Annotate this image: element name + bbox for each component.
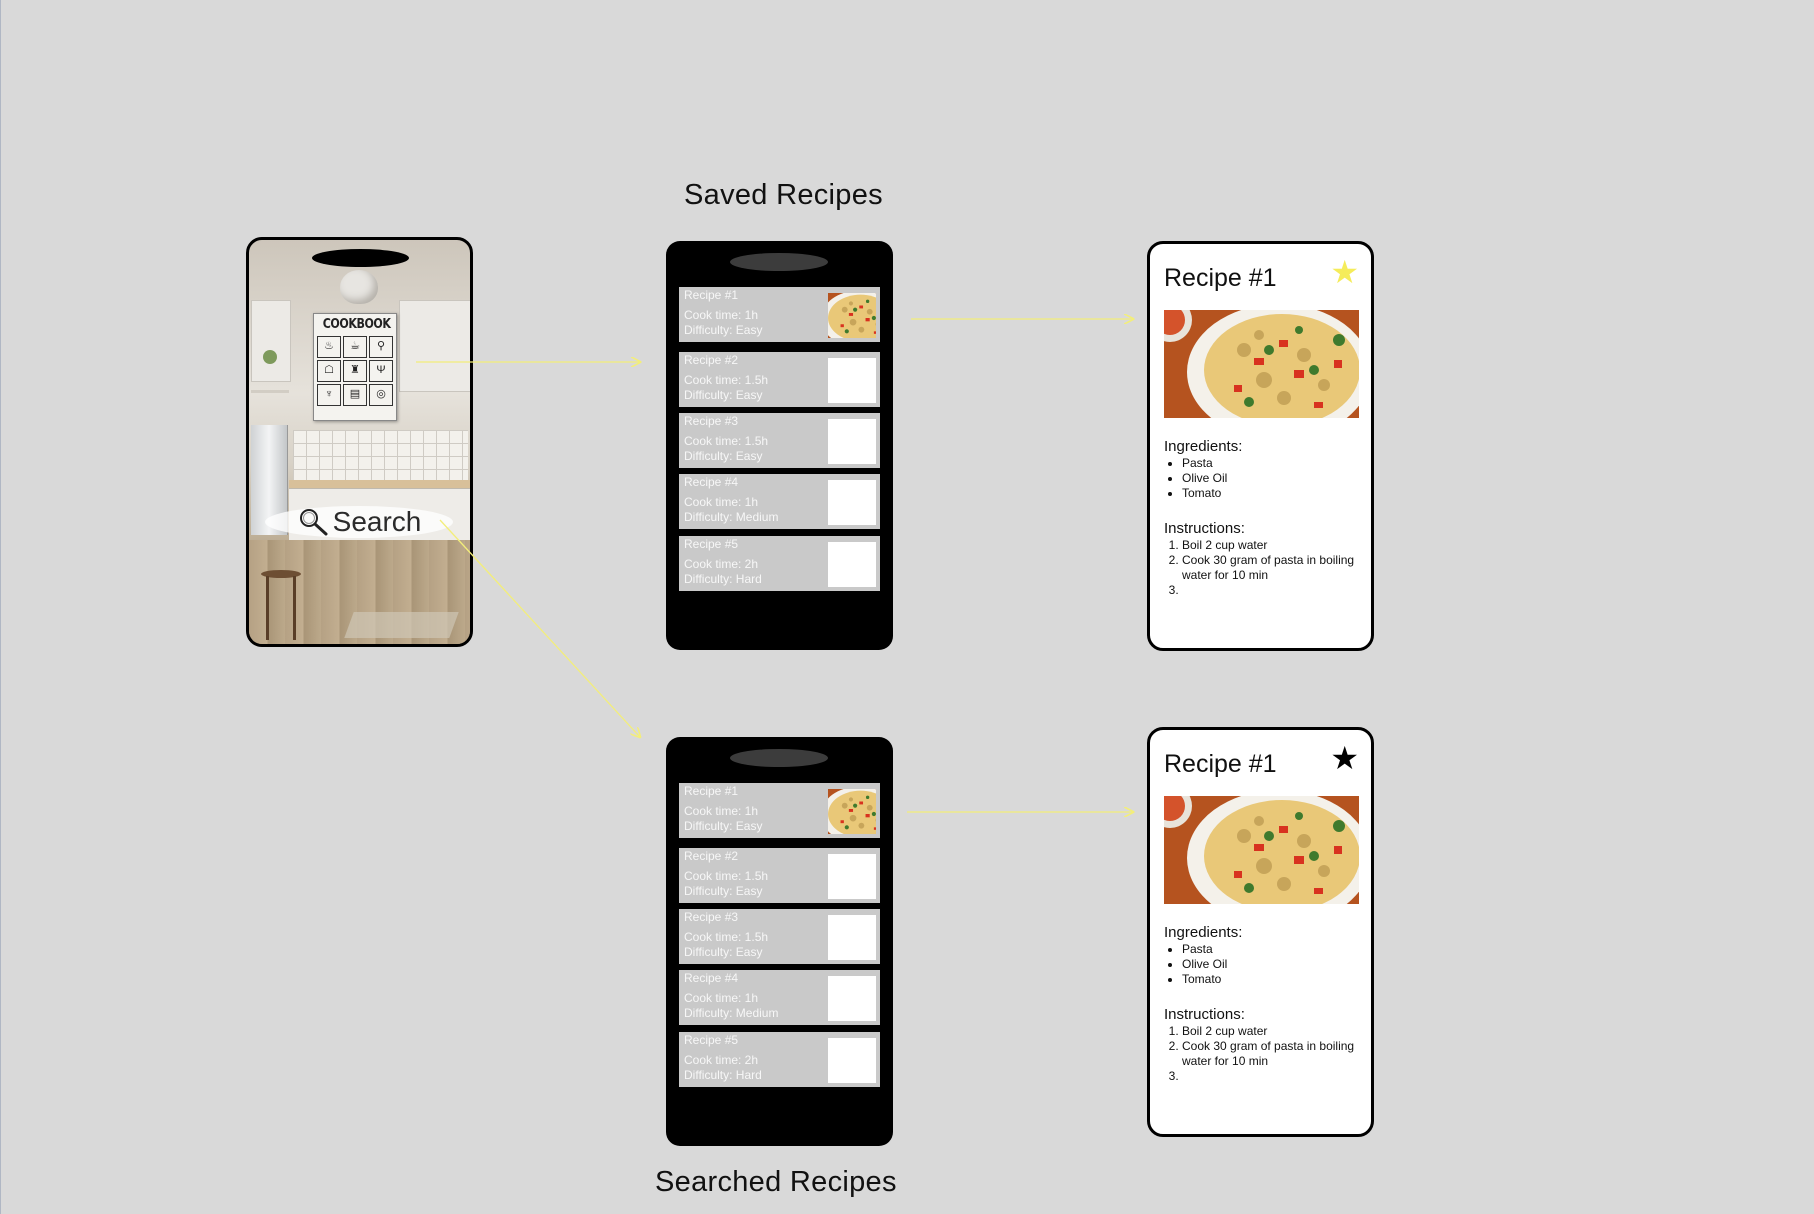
arrow-search-to-searched <box>439 519 640 737</box>
flow-arrows <box>416 0 1814 1214</box>
